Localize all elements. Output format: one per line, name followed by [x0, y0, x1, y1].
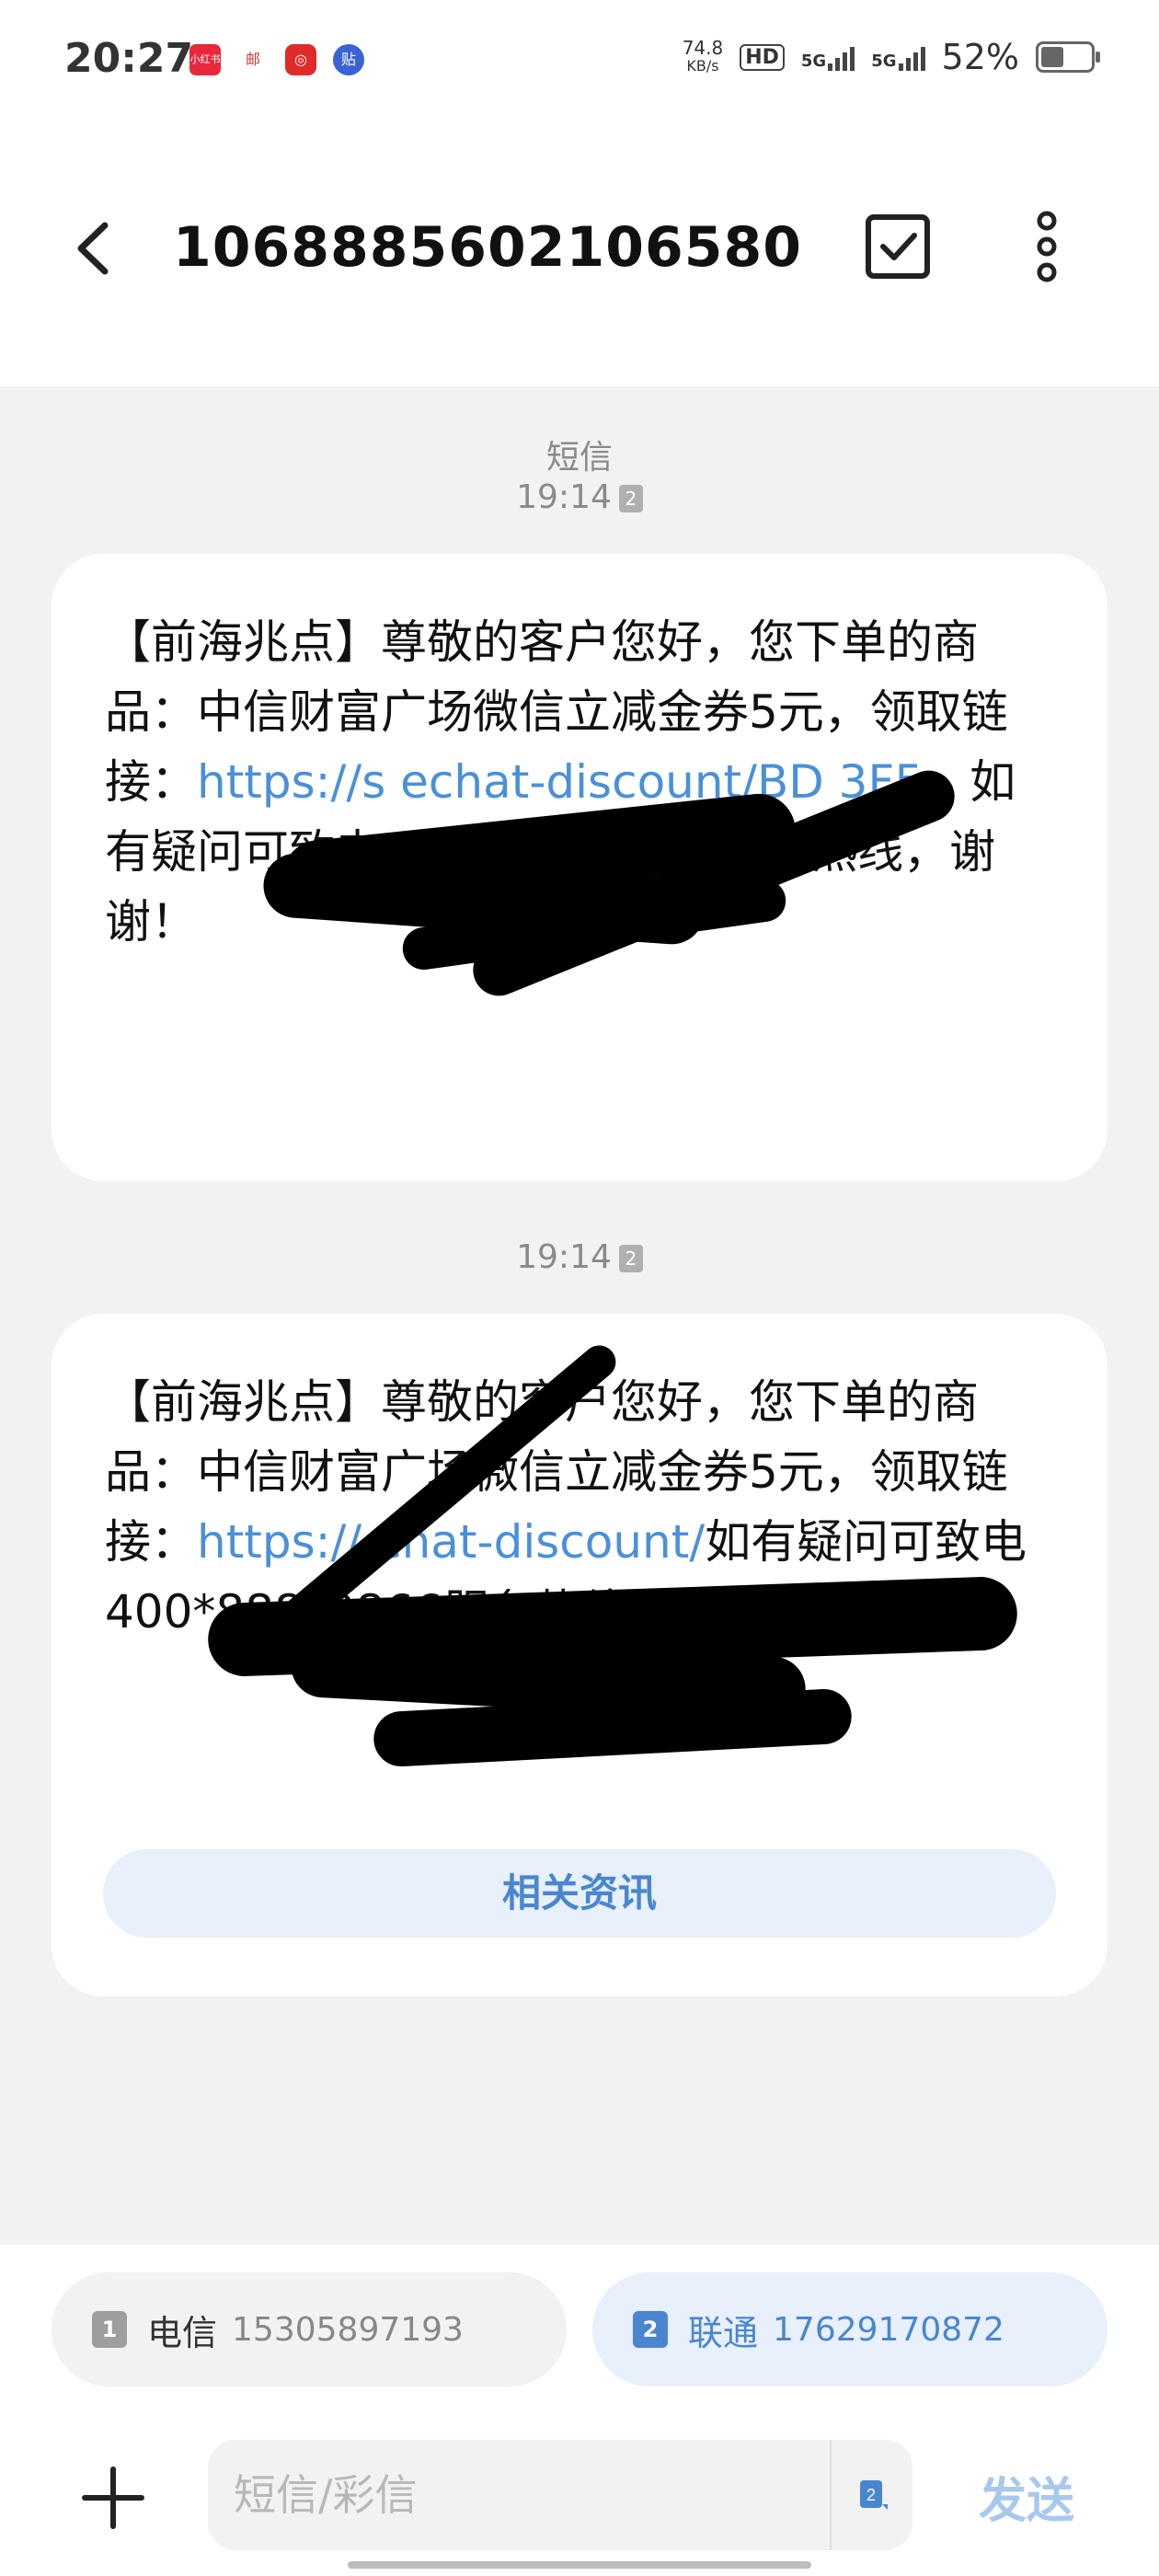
signal-sim1-icon: 5G — [801, 43, 855, 71]
message-list[interactable]: 短信 19:14 2 【前海兆点】尊敬的客户您好，您下单的商品：中信财富广场微信立… — [0, 386, 1159, 2245]
sim2-selector[interactable]: 2 联通 17629170872 — [592, 2272, 1107, 2386]
message-timestamp: 19:14 2 — [0, 1238, 1159, 1276]
battery-percent: 52% — [941, 37, 1019, 77]
tieba-icon: 贴 — [333, 44, 364, 75]
plus-icon[interactable] — [81, 2466, 145, 2530]
signal-sim2-icon: 5G — [871, 43, 925, 71]
home-indicator[interactable] — [348, 2561, 811, 2569]
network-speed: 74.8 KB/s — [682, 37, 724, 75]
hd-icon: HD — [740, 43, 785, 71]
svg-text:2: 2 — [866, 2486, 876, 2504]
back-arrow-icon[interactable] — [64, 216, 129, 281]
status-time: 20:27 — [64, 35, 194, 82]
conversation-header: 1068885602106580 — [0, 120, 1159, 386]
message-bubble[interactable]: 【前海兆点】尊敬的客户您好，您下单的商品：中信财富广场微信立减金券5元，领取链接… — [52, 554, 1107, 1181]
message-type-label: 短信 — [545, 439, 613, 477]
sim-switch-button[interactable]: 2 — [830, 2440, 914, 2550]
message-link[interactable]: https://s echat-discount/BD 3F5 — [197, 755, 924, 809]
netease-music-icon: ◎ — [285, 44, 316, 75]
compose-area: 1 电信 15305897193 2 联通 17629170872 2 发送 — [0, 2245, 1159, 2576]
status-right: 74.8 KB/s HD 5G 5G 52% — [682, 37, 1100, 77]
xiaohongshu-icon: 小红书 — [189, 44, 221, 75]
checkbox-icon[interactable] — [861, 210, 935, 283]
related-news-button[interactable]: 相关资讯 — [103, 1849, 1056, 1938]
postal-icon: 邮 — [237, 44, 269, 75]
message-bubble[interactable]: 【前海兆点】尊敬的客户您好，您下单的商品：中信财富广场微信立减金券5元，领取链接… — [52, 1314, 1107, 1996]
status-bar: 20:27 小红书 邮 ◎ 贴 74.8 KB/s HD 5G 5G 52% — [0, 0, 1159, 120]
send-button[interactable]: 发送 — [979, 2462, 1074, 2531]
sim2-icon: 2 — [618, 1245, 643, 1272]
more-vertical-icon[interactable] — [1010, 210, 1084, 283]
battery-icon — [1036, 41, 1100, 73]
notification-icons: 小红书 邮 ◎ 贴 — [189, 44, 364, 75]
sim-switch-icon: 2 — [860, 2480, 888, 2510]
contact-title: 1068885602106580 — [173, 215, 802, 280]
message-timestamp: 19:14 2 — [0, 478, 1159, 516]
sim1-icon: 1 — [92, 2311, 127, 2348]
message-link[interactable]: https:// chat-discount/ — [197, 1515, 705, 1569]
sim1-selector[interactable]: 1 电信 15305897193 — [52, 2272, 567, 2386]
message-input[interactable] — [208, 2440, 912, 2550]
sim2-icon: 2 — [633, 2311, 668, 2348]
sim2-icon: 2 — [618, 485, 643, 512]
